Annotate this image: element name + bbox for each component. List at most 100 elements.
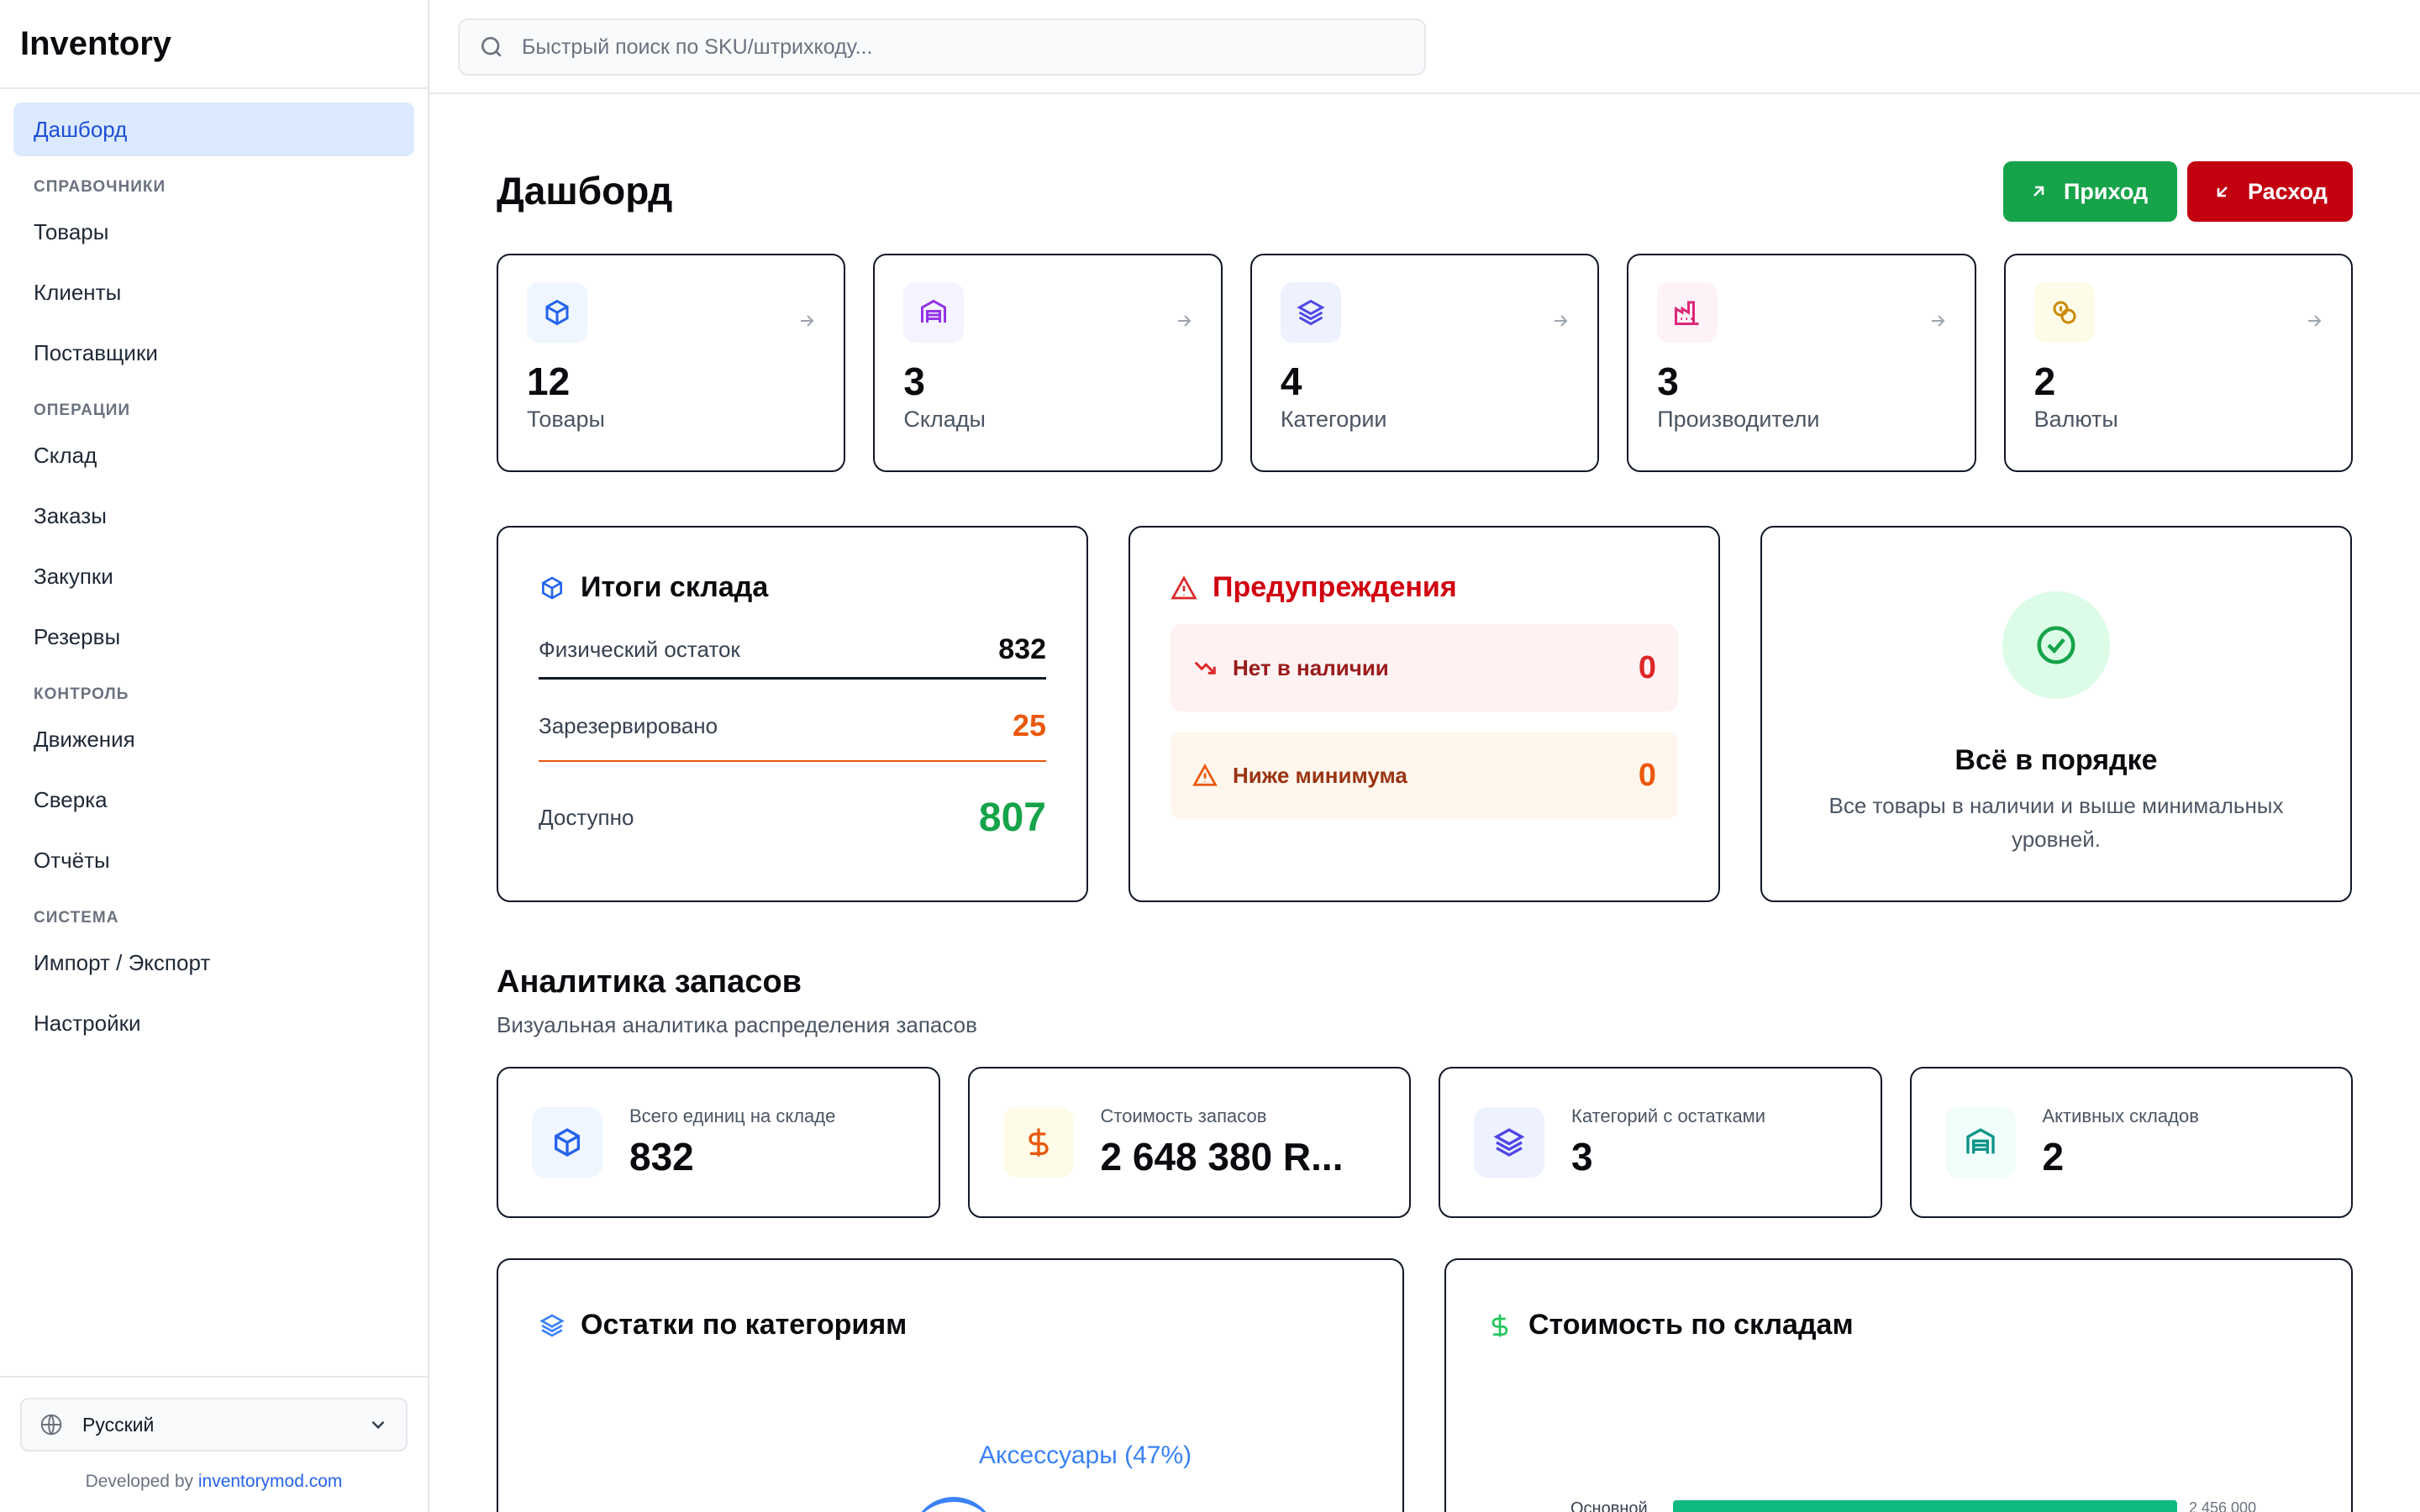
sidebar-item-reports[interactable]: Отчёты: [13, 833, 414, 887]
reserved-label: Зарезервировано: [539, 712, 718, 738]
warehouses-chart-title-text: Стоимость по складам: [1528, 1309, 1854, 1341]
out-of-stock-alert[interactable]: Нет в наличии 0: [1171, 624, 1678, 711]
arrow-right-icon: [2308, 315, 2322, 327]
metric-label: Категорий с остатками: [1571, 1105, 1766, 1126]
stock-in-button[interactable]: Приход: [2003, 161, 2177, 222]
sidebar-item-dashboard[interactable]: Дашборд: [13, 102, 414, 156]
arrow-right-icon: [801, 315, 814, 327]
metric-card-warehouses: Активных складов 2: [1909, 1067, 2353, 1218]
stat-value: 12: [527, 360, 571, 403]
check-circle-icon: [2037, 626, 2075, 664]
status-title: Всё в порядке: [1954, 744, 2158, 776]
search-icon: [481, 37, 502, 57]
sidebar-footer: Русский Developed by inventorymod.com: [0, 1376, 428, 1512]
stat-label: Товары: [527, 407, 605, 432]
stat-card-categories[interactable]: 4 Категории: [1249, 254, 1600, 472]
chart-row: Остатки по категориям Аксессуары (47%) С…: [497, 1258, 2353, 1512]
physical-stock-value: 832: [998, 633, 1046, 665]
stock-out-label: Расход: [2248, 178, 2328, 204]
available-value: 807: [978, 795, 1046, 840]
status-card: Всё в порядке Все товары в наличии и выш…: [1760, 526, 2352, 902]
chevron-down-icon: [371, 1420, 385, 1430]
stock-out-button[interactable]: Расход: [2187, 161, 2353, 222]
status-circle: [2002, 591, 2110, 699]
stat-card-manufacturers[interactable]: 3 Производители: [1627, 254, 1976, 472]
developer-link[interactable]: inventorymod.com: [198, 1472, 343, 1491]
developer-credit: Developed by inventorymod.com: [20, 1472, 408, 1492]
search-input[interactable]: [522, 34, 1396, 60]
sidebar-section-title: КОНТРОЛЬ: [34, 685, 129, 703]
metric-cards: Всего единиц на складе 832 Стоимость зап…: [497, 1067, 2353, 1218]
trending-down-icon: [1194, 661, 1216, 675]
below-min-value: 0: [1638, 757, 1656, 793]
box-icon: [542, 575, 562, 600]
arrow-up-right-icon: [2033, 186, 2044, 197]
sidebar-item-movements[interactable]: Движения: [13, 712, 414, 766]
sidebar-section-title: ОПЕРАЦИИ: [34, 402, 131, 419]
metric-body: Всего единиц на складе 832: [629, 1105, 835, 1179]
sidebar-item-purchases[interactable]: Закупки: [13, 549, 414, 603]
stat-cards: 12 Товары 3 Склады 4 Категории 3 Произво…: [497, 254, 2354, 472]
metric-label: Стоимость запасов: [1100, 1105, 1267, 1126]
topbar: [429, 0, 2420, 94]
categories-chart-card: Остатки по категориям Аксессуары (47%): [497, 1258, 1404, 1512]
metric-icon-box: [1944, 1107, 2016, 1178]
sidebar-item-clients[interactable]: Клиенты: [13, 265, 414, 319]
layers-icon: [1493, 1128, 1525, 1157]
available-label: Доступно: [539, 804, 634, 830]
summary-row: Итоги склада Физический остаток 832 Заре…: [497, 526, 2353, 902]
sidebar-section-title: СИСТЕМА: [34, 909, 119, 927]
metric-icon-box: [1002, 1107, 1074, 1178]
categories-chart-title: Остатки по категориям: [539, 1309, 1362, 1341]
bar[interactable]: [1673, 1500, 2177, 1512]
sidebar: Inventory Дашборд СПРАВОЧНИКИ Товары Кли…: [0, 0, 429, 1512]
metric-body: Стоимость запасов 2 648 380 R...: [1101, 1105, 1344, 1179]
globe-icon: [40, 1414, 62, 1436]
metric-icon-box: [1474, 1107, 1544, 1178]
categories-chart-title-text: Остатки по категориям: [581, 1309, 908, 1341]
alert-triangle-icon: [1192, 763, 1218, 786]
stock-summary-card: Итоги склада Физический остаток 832 Заре…: [497, 526, 1088, 902]
sidebar-item-reconciliation[interactable]: Сверка: [13, 773, 414, 827]
language-select[interactable]: Русский: [20, 1398, 408, 1452]
language-label: Русский: [82, 1413, 155, 1436]
bar-value-label: 2 456 000: [2189, 1499, 2257, 1512]
metric-icon-box: [532, 1107, 602, 1178]
stat-card-products[interactable]: 12 Товары: [497, 254, 846, 472]
stat-card-warehouses[interactable]: 3 Склады: [873, 254, 1223, 472]
sidebar-item-import-export[interactable]: Импорт / Экспорт: [13, 936, 414, 990]
warehouse-icon: [1965, 1128, 1995, 1154]
sidebar-item-reserves[interactable]: Резервы: [13, 610, 414, 664]
sidebar-item-suppliers[interactable]: Поставщики: [13, 326, 414, 380]
stat-value: 3: [1657, 360, 1679, 403]
developer-credit-text: Developed by: [85, 1472, 193, 1491]
stat-icon-box: [903, 282, 965, 343]
arrow-right-icon: [1931, 315, 1945, 327]
stat-label: Валюты: [2033, 407, 2118, 432]
warehouse-icon: [921, 299, 947, 323]
sidebar-item-products[interactable]: Товары: [13, 205, 414, 259]
stat-icon-box: [2033, 282, 2095, 343]
sidebar-section-title: СПРАВОЧНИКИ: [34, 178, 166, 196]
search-box[interactable]: [458, 18, 1426, 76]
metric-body: Категорий с остатками 3: [1571, 1105, 1765, 1179]
sidebar-item-orders[interactable]: Заказы: [13, 489, 414, 543]
stat-value: 3: [903, 360, 925, 403]
below-min-alert[interactable]: Ниже минимума 0: [1171, 732, 1678, 819]
stat-value: 4: [1280, 360, 1302, 403]
stat-label: Склады: [903, 407, 986, 432]
sidebar-item-warehouse[interactable]: Склад: [13, 428, 414, 482]
physical-stock-row: Физический остаток 832: [539, 611, 1046, 680]
stat-label: Производители: [1657, 407, 1820, 432]
layers-icon: [539, 1313, 565, 1337]
warehouses-chart-title: Стоимость по складам: [1486, 1309, 2311, 1341]
pie-slice[interactable]: [912, 1497, 996, 1512]
dollar-icon: [1491, 1314, 1508, 1336]
stat-card-currencies[interactable]: 2 Валюты: [2003, 254, 2354, 472]
warnings-title-text: Предупреждения: [1213, 571, 1457, 603]
alert-triangle-icon: [1171, 575, 1197, 599]
metric-body: Активных складов 2: [2043, 1105, 2199, 1179]
sidebar-item-settings[interactable]: Настройки: [13, 996, 414, 1050]
analytics-title: Аналитика запасов: [497, 964, 802, 1000]
stock-summary-title: Итоги склада: [539, 571, 1046, 604]
